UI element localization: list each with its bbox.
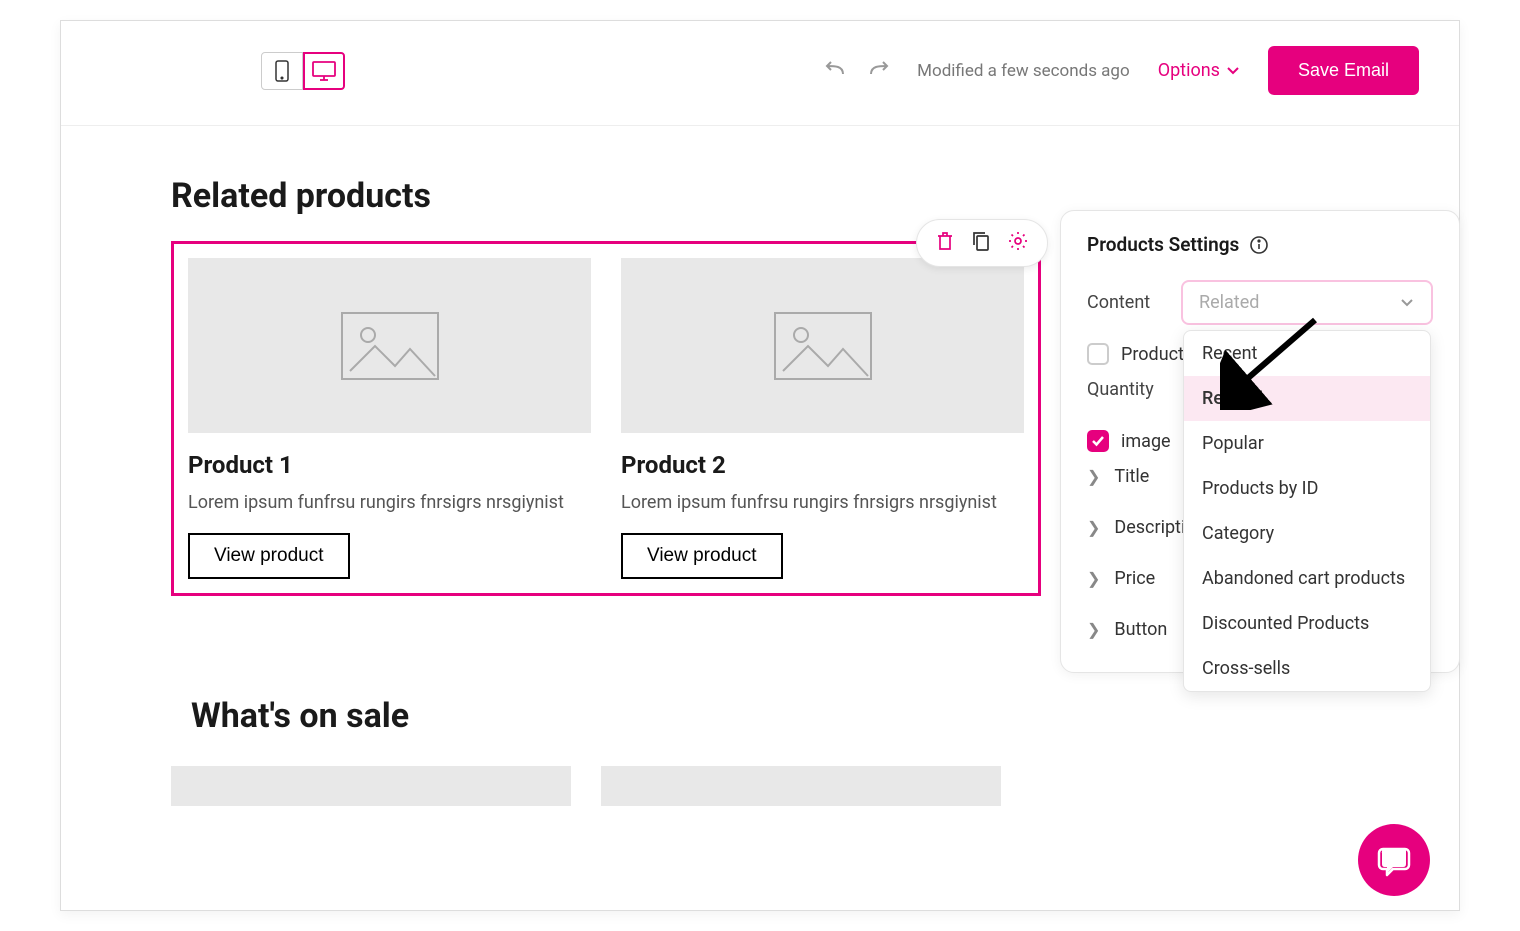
- product-title: Product 2: [621, 451, 1024, 479]
- chevron-right-icon: ❯: [1087, 620, 1100, 639]
- sale-image-placeholder: [601, 766, 1001, 806]
- checkbox-empty[interactable]: [1087, 343, 1109, 365]
- sale-products-row: [171, 766, 1459, 806]
- mobile-view-button[interactable]: [261, 52, 303, 90]
- content-label: Content: [1087, 292, 1165, 313]
- device-toggle: [261, 52, 345, 90]
- dropdown-option-popular[interactable]: Popular: [1184, 421, 1430, 466]
- desktop-icon: [312, 61, 336, 81]
- top-toolbar: Modified a few seconds ago Options Save …: [61, 21, 1459, 126]
- image-icon: [773, 311, 873, 381]
- product-card: Product 1 Lorem ipsum funfrsu rungirs fn…: [188, 258, 591, 579]
- block-action-toolbar: [916, 219, 1048, 267]
- desktop-view-button[interactable]: [303, 52, 345, 90]
- chat-icon: [1377, 843, 1411, 877]
- chevron-right-icon: ❯: [1087, 518, 1100, 537]
- mobile-icon: [275, 60, 289, 82]
- options-menu[interactable]: Options: [1158, 60, 1240, 81]
- checkbox-checked[interactable]: [1087, 430, 1109, 452]
- modified-status: Modified a few seconds ago: [917, 61, 1130, 81]
- chevron-right-icon: ❯: [1087, 467, 1100, 486]
- sale-image-placeholder: [171, 766, 571, 806]
- info-icon[interactable]: [1249, 235, 1269, 255]
- save-email-button[interactable]: Save Email: [1268, 46, 1419, 95]
- gear-icon[interactable]: [1007, 230, 1029, 256]
- product-title: Product 1: [188, 451, 591, 479]
- content-select[interactable]: Related Recent Related Popular Products …: [1181, 280, 1433, 325]
- chevron-down-icon: [1399, 297, 1415, 309]
- dropdown-option-recent[interactable]: Recent: [1184, 331, 1430, 376]
- product-image-placeholder: [188, 258, 591, 433]
- product-description: Lorem ipsum funfrsu rungirs fnrsigrs nrs…: [621, 489, 1024, 518]
- dropdown-option-cross-sells[interactable]: Cross-sells: [1184, 646, 1430, 691]
- sale-heading: What's on sale: [191, 696, 1459, 736]
- image-icon: [340, 311, 440, 381]
- dropdown-option-discounted[interactable]: Discounted Products: [1184, 601, 1430, 646]
- content-dropdown: Recent Related Popular Products by ID Ca…: [1183, 330, 1431, 692]
- product-image-placeholder: [621, 258, 1024, 433]
- settings-header: Products Settings: [1087, 233, 1433, 256]
- product-description: Lorem ipsum funfrsu rungirs fnrsigrs nrs…: [188, 489, 591, 518]
- redo-icon[interactable]: [867, 58, 889, 83]
- chevron-right-icon: ❯: [1087, 569, 1100, 588]
- chat-fab[interactable]: [1358, 824, 1430, 896]
- products-settings-panel: Products Settings Content Related Recent…: [1060, 210, 1460, 673]
- view-product-button[interactable]: View product: [188, 533, 350, 579]
- duplicate-icon[interactable]: [971, 230, 991, 256]
- product-card: Product 2 Lorem ipsum funfrsu rungirs fn…: [621, 258, 1024, 579]
- dropdown-option-related[interactable]: Related: [1184, 376, 1430, 421]
- products-block-selected[interactable]: Product 1 Lorem ipsum funfrsu rungirs fn…: [171, 241, 1041, 596]
- delete-icon[interactable]: [935, 230, 955, 256]
- chevron-down-icon: [1226, 66, 1240, 76]
- dropdown-option-abandoned[interactable]: Abandoned cart products: [1184, 556, 1430, 601]
- dropdown-option-products-by-id[interactable]: Products by ID: [1184, 466, 1430, 511]
- dropdown-option-category[interactable]: Category: [1184, 511, 1430, 556]
- view-product-button[interactable]: View product: [621, 533, 783, 579]
- undo-icon[interactable]: [825, 58, 847, 83]
